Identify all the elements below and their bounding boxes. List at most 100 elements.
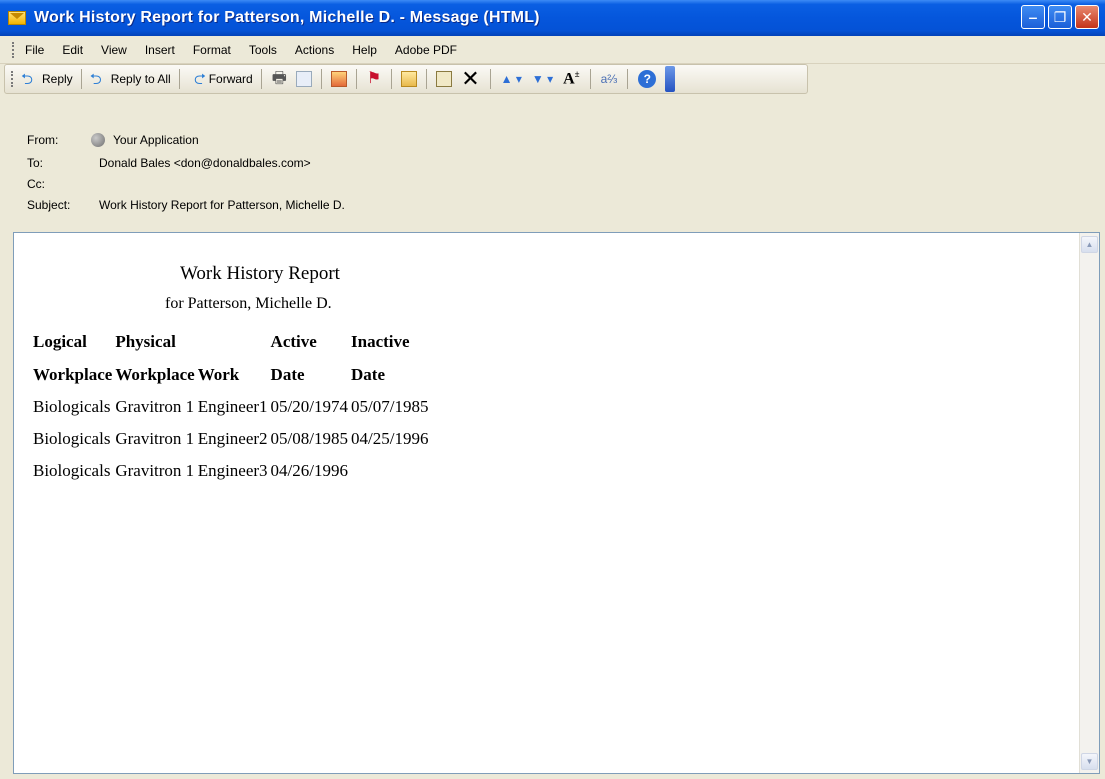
column-header: Active	[270, 331, 317, 351]
help-icon[interactable]: ?	[638, 70, 657, 88]
mark-unread-icon[interactable]	[330, 71, 347, 87]
window-title: Work History Report for Patterson, Miche…	[34, 9, 540, 26]
table-cell: 05/08/1985	[270, 429, 348, 448]
close-button[interactable]: ✕	[1075, 5, 1099, 29]
subject-row: Subject: Work History Report for Patters…	[27, 198, 345, 212]
column-header: Date	[351, 364, 385, 384]
window-controls: ‒ ❐ ✕	[1021, 5, 1099, 29]
work-history-table: Logical Physical Active Inactive Workpla…	[33, 325, 431, 487]
table-cell: 04/26/1996	[270, 461, 348, 480]
print-icon[interactable]: 🖶	[272, 71, 287, 87]
table-cell: Gravitron 1	[115, 461, 195, 480]
table-cell: Gravitron 1	[115, 397, 195, 416]
to-row: To: Donald Bales <don@donaldbales.com>	[27, 156, 311, 170]
toolbar-separator	[355, 69, 357, 89]
standard-toolbar: Reply Reply to All Forward 🖶 ⚑ ✕ ▲ ▾ ▼ ▾…	[4, 64, 808, 94]
toolbar-separator	[320, 69, 322, 89]
message-body[interactable]: Work History Report for Patterson, Miche…	[13, 232, 1100, 774]
menu-help[interactable]: Help	[352, 43, 377, 57]
toolbar-separator	[391, 69, 393, 89]
reply-all-button[interactable]: Reply to All	[87, 67, 174, 94]
toolbar-separator	[426, 69, 428, 89]
from-value[interactable]: Your Application	[113, 133, 199, 147]
message-header: From: Your Application To: Donald Bales …	[0, 96, 1105, 231]
column-header: Date	[270, 364, 305, 384]
minimize-button[interactable]: ‒	[1021, 5, 1045, 29]
delete-icon[interactable]: ✕	[461, 68, 479, 90]
scroll-down-button[interactable]: ▼	[1081, 753, 1098, 770]
table-row: Biologicals Gravitron 1 Engineer2 05/08/…	[33, 423, 431, 455]
menu-insert[interactable]: Insert	[145, 43, 175, 57]
column-header: Workplace	[115, 364, 195, 384]
table-header-row: Workplace Workplace Work Date Date	[33, 358, 431, 391]
toolbar-separator	[178, 69, 180, 89]
toolbar-separator	[489, 69, 491, 89]
table-header-row: Logical Physical Active Inactive	[33, 325, 431, 358]
restore-icon: ❐	[1053, 8, 1067, 25]
table-row: Biologicals Gravitron 1 Engineer3 04/26/…	[33, 455, 431, 487]
from-row: From: Your Application	[27, 133, 199, 147]
column-header: Workplace	[33, 364, 113, 384]
report-subtitle: for Patterson, Michelle D.	[165, 295, 332, 312]
toolbar-separator	[80, 69, 82, 89]
reply-all-label: Reply to All	[110, 72, 171, 86]
subject-value: Work History Report for Patterson, Miche…	[99, 198, 345, 212]
next-item-icon[interactable]: ▼ ▾	[532, 73, 553, 85]
presence-icon[interactable]	[91, 133, 105, 147]
menu-edit[interactable]: Edit	[62, 43, 83, 57]
to-label: To:	[27, 156, 44, 170]
restore-button[interactable]: ❐	[1048, 5, 1072, 29]
flag-icon[interactable]: ⚑	[367, 71, 381, 87]
menu-actions[interactable]: Actions	[295, 43, 334, 57]
envelope-icon	[8, 11, 26, 25]
table-cell: 05/20/1974	[270, 397, 348, 416]
table-cell: Biologicals	[33, 397, 111, 416]
toolbar-options-button[interactable]	[665, 66, 676, 92]
menu-view[interactable]: View	[101, 43, 127, 57]
menu-bar: File Edit View Insert Format Tools Actio…	[0, 36, 1105, 64]
reply-all-icon	[90, 69, 108, 94]
table-cell: Biologicals	[33, 461, 111, 480]
font-size-icon[interactable]: A±	[563, 70, 580, 87]
subject-label: Subject:	[27, 198, 71, 212]
table-cell: Engineer3	[197, 461, 268, 480]
minimize-icon: ‒	[1029, 9, 1037, 25]
forward-icon	[188, 71, 206, 87]
close-icon: ✕	[1081, 8, 1093, 25]
title-bar[interactable]: Work History Report for Patterson, Miche…	[0, 0, 1105, 36]
previous-item-icon[interactable]: ▲ ▾	[501, 73, 522, 85]
file-icon[interactable]	[436, 71, 453, 87]
menu-tools[interactable]: Tools	[249, 43, 277, 57]
report-title: Work History Report	[180, 263, 340, 284]
from-label: From:	[27, 133, 59, 147]
toolbar-separator	[260, 69, 262, 89]
menu-format[interactable]: Format	[193, 43, 231, 57]
reply-label: Reply	[42, 72, 73, 86]
to-value[interactable]: Donald Bales <don@donaldbales.com>	[99, 156, 311, 170]
forward-label: Forward	[208, 72, 253, 86]
table-cell: Gravitron 1	[115, 429, 195, 448]
toolbar-separator	[627, 69, 629, 89]
chevron-up-icon: ▲	[1085, 240, 1094, 249]
toolbar-separator	[589, 69, 591, 89]
table-cell: Engineer1	[197, 397, 268, 416]
column-header: Inactive	[351, 331, 410, 351]
cc-row: Cc:	[27, 177, 99, 191]
menu-grip[interactable]	[12, 41, 15, 58]
move-to-folder-icon[interactable]	[401, 71, 418, 87]
forward-button[interactable]: Forward	[185, 67, 256, 91]
reply-button[interactable]: Reply	[18, 67, 76, 94]
table-cell: Biologicals	[33, 429, 111, 448]
menu-file[interactable]: File	[25, 43, 44, 57]
column-header: Physical	[115, 331, 176, 351]
encoding-icon[interactable]: a⅔	[601, 73, 618, 85]
table-row: Biologicals Gravitron 1 Engineer1 05/20/…	[33, 391, 431, 423]
scroll-up-button[interactable]: ▲	[1081, 236, 1098, 253]
toolbar-grip[interactable]	[11, 71, 14, 87]
vertical-scrollbar[interactable]: ▲ ▼	[1079, 233, 1099, 773]
table-cell: Engineer2	[197, 429, 268, 448]
menu-adobe-pdf[interactable]: Adobe PDF	[395, 43, 457, 57]
copy-icon[interactable]	[295, 71, 312, 87]
message-window: Work History Report for Patterson, Miche…	[0, 0, 1105, 779]
column-header: Work	[197, 364, 240, 384]
